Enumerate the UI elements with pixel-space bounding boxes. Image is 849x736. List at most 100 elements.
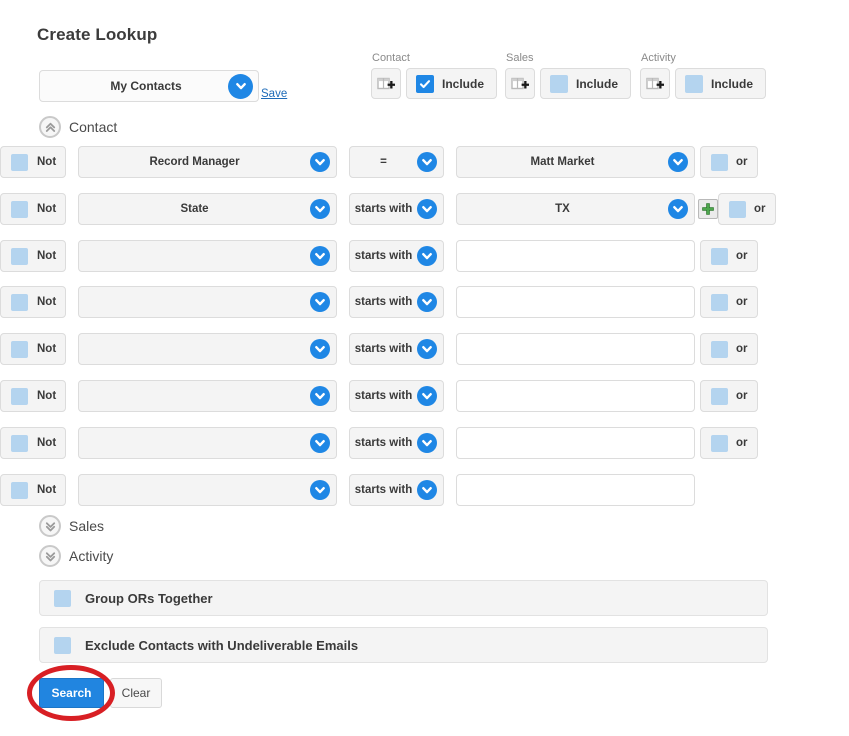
add-column-icon[interactable]	[371, 68, 401, 99]
chevron-down-icon	[417, 386, 437, 406]
include-group-caption: Sales	[506, 52, 534, 64]
not-checkbox-row-1[interactable]: Not	[0, 146, 66, 178]
operator-value: starts with	[354, 343, 413, 355]
page-title: Create Lookup	[37, 25, 158, 44]
not-checkbox-row-8[interactable]: Not	[0, 474, 66, 506]
chevron-down-icon	[310, 199, 330, 219]
include-checkbox-sales[interactable]: Include	[540, 68, 632, 99]
or-checkbox-row-2[interactable]: or	[718, 193, 776, 225]
operator-select-row-4[interactable]: starts with	[349, 286, 444, 318]
double-chevron-down-icon	[39, 515, 61, 537]
field-select-row-1[interactable]: Record Manager	[78, 146, 337, 178]
chevron-down-icon	[310, 433, 330, 453]
include-group-activity: Activity Include	[640, 52, 767, 99]
or-checkbox-row-3[interactable]: or	[700, 240, 758, 272]
field-value: State	[180, 203, 209, 215]
include-label: Include	[442, 76, 485, 91]
search-button[interactable]: Search	[39, 678, 104, 708]
checkbox-icon	[11, 200, 28, 218]
field-select-row-6[interactable]	[78, 380, 337, 412]
save-link[interactable]: Save	[261, 88, 287, 100]
checkbox-icon	[11, 481, 28, 499]
operator-select-row-3[interactable]: starts with	[349, 240, 444, 272]
checkbox-icon	[11, 293, 28, 311]
add-column-icon[interactable]	[640, 68, 670, 99]
not-checkbox-row-4[interactable]: Not	[0, 286, 66, 318]
value-input-row-4[interactable]	[456, 286, 695, 318]
section-header-activity[interactable]: Activity	[39, 545, 113, 567]
or-checkbox-row-7[interactable]: or	[700, 427, 758, 459]
include-checkbox-activity[interactable]: Include	[675, 68, 767, 99]
checkbox-icon	[711, 387, 728, 405]
value-select-row-2[interactable]: TX	[456, 193, 695, 225]
checkbox-icon	[550, 74, 568, 93]
operator-value: =	[380, 156, 387, 168]
value-select-row-1[interactable]: Matt Market	[456, 146, 695, 178]
checkbox-icon	[711, 293, 728, 311]
field-select-row-7[interactable]	[78, 427, 337, 459]
double-chevron-down-icon	[39, 545, 61, 567]
not-checkbox-row-6[interactable]: Not	[0, 380, 66, 412]
section-header-contact[interactable]: Contact	[39, 116, 117, 138]
field-select-row-2[interactable]: State	[78, 193, 337, 225]
field-select-row-5[interactable]	[78, 333, 337, 365]
checkbox-icon	[711, 340, 728, 358]
value-input-row-3[interactable]	[456, 240, 695, 272]
or-checkbox-row-4[interactable]: or	[700, 286, 758, 318]
group-ors-together-option[interactable]: Group ORs Together	[39, 580, 768, 616]
chevron-down-icon	[417, 480, 437, 500]
or-label: or	[736, 343, 748, 355]
not-checkbox-row-5[interactable]: Not	[0, 333, 66, 365]
not-checkbox-row-3[interactable]: Not	[0, 240, 66, 272]
section-header-sales[interactable]: Sales	[39, 515, 104, 537]
value-input-row-6[interactable]	[456, 380, 695, 412]
or-label: or	[754, 203, 766, 215]
chevron-down-icon	[417, 246, 437, 266]
chevron-down-icon	[417, 152, 437, 172]
saved-search-selector[interactable]: My Contacts	[39, 70, 259, 102]
chevron-down-icon	[668, 152, 688, 172]
or-checkbox-row-5[interactable]: or	[700, 333, 758, 365]
or-checkbox-row-6[interactable]: or	[700, 380, 758, 412]
clear-button[interactable]: Clear	[110, 678, 162, 708]
not-checkbox-row-2[interactable]: Not	[0, 193, 66, 225]
operator-select-row-8[interactable]: starts with	[349, 474, 444, 506]
saved-search-value: My Contacts	[110, 79, 182, 93]
operator-select-row-7[interactable]: starts with	[349, 427, 444, 459]
chevron-down-icon	[310, 386, 330, 406]
include-checkbox-contact[interactable]: Include	[406, 68, 498, 99]
operator-select-row-2[interactable]: starts with	[349, 193, 444, 225]
operator-select-row-5[interactable]: starts with	[349, 333, 444, 365]
not-label: Not	[37, 484, 57, 496]
include-group-contact: Contact Include	[371, 52, 498, 99]
operator-value: starts with	[354, 296, 413, 308]
add-column-icon[interactable]	[505, 68, 535, 99]
not-label: Not	[37, 390, 57, 402]
operator-select-row-1[interactable]: =	[349, 146, 444, 178]
chevron-down-icon	[417, 433, 437, 453]
create-lookup-page: Create Lookup My Contacts Save Contact I…	[0, 0, 849, 736]
checkbox-icon	[729, 200, 746, 218]
not-label: Not	[37, 343, 57, 355]
include-label: Include	[711, 76, 754, 91]
section-label: Activity	[69, 548, 114, 564]
value-input-row-7[interactable]	[456, 427, 695, 459]
not-label: Not	[37, 437, 57, 449]
exclude-undeliverable-emails-option[interactable]: Exclude Contacts with Undeliverable Emai…	[39, 627, 768, 663]
operator-select-row-6[interactable]: starts with	[349, 380, 444, 412]
value-input-row-5[interactable]	[456, 333, 695, 365]
not-checkbox-row-7[interactable]: Not	[0, 427, 66, 459]
or-checkbox-row-1[interactable]: or	[700, 146, 758, 178]
include-group-caption: Activity	[641, 52, 676, 64]
checkbox-icon	[11, 153, 28, 171]
not-label: Not	[37, 203, 57, 215]
checkbox-icon	[416, 74, 434, 93]
add-value-icon[interactable]	[698, 199, 718, 219]
include-group-sales: Sales Include	[505, 52, 632, 99]
chevron-down-icon	[310, 339, 330, 359]
field-select-row-8[interactable]	[78, 474, 337, 506]
checkbox-icon	[11, 247, 28, 265]
field-select-row-3[interactable]	[78, 240, 337, 272]
field-select-row-4[interactable]	[78, 286, 337, 318]
value-input-row-8[interactable]	[456, 474, 695, 506]
